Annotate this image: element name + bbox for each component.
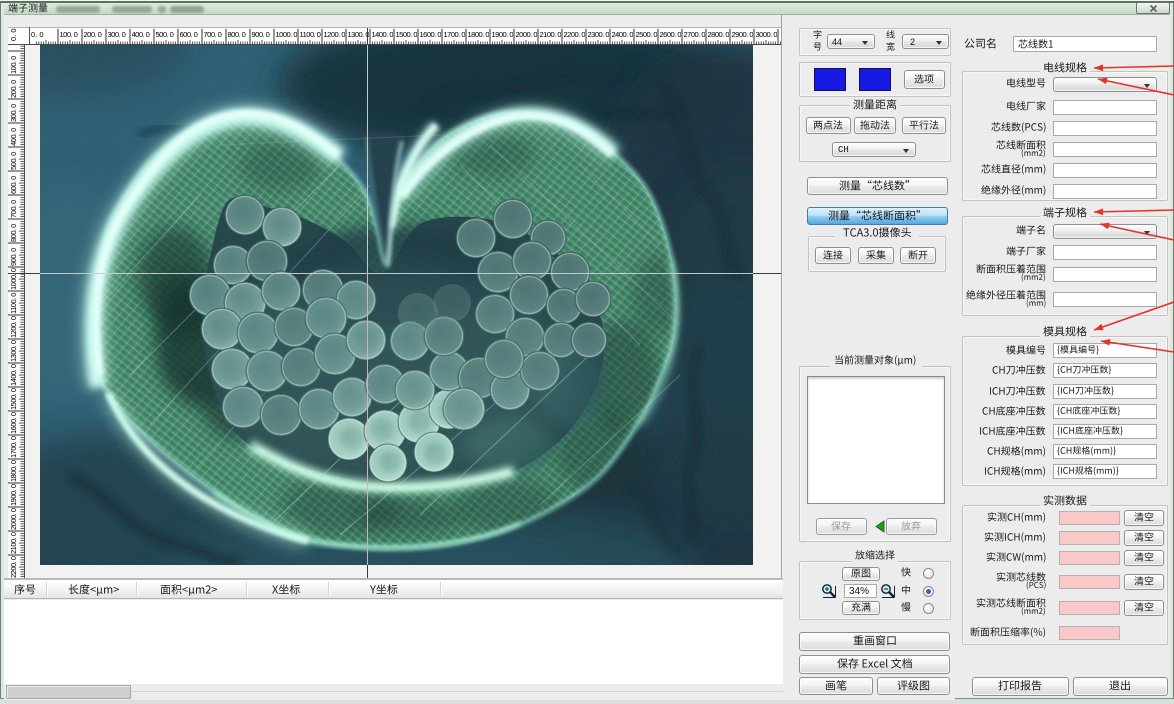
svg-text:1600. 0: 1600. 0 [9,412,18,434]
svg-text:600. 0: 600. 0 [9,176,18,194]
svg-text:0. 0: 0. 0 [9,28,18,41]
svg-text:300. 0: 300. 0 [9,104,18,122]
svg-text:1900. 0: 1900. 0 [9,484,18,506]
svg-text:1700. 0: 1700. 0 [9,436,18,458]
svg-text:2200. 0: 2200. 0 [9,556,18,578]
svg-text:1000. 0: 1000. 0 [9,268,18,290]
svg-text:500. 0: 500. 0 [9,152,18,170]
svg-text:1200. 0: 1200. 0 [9,316,18,338]
svg-text:2000. 0: 2000. 0 [9,508,18,530]
svg-text:2100. 0: 2100. 0 [9,532,18,554]
svg-text:900. 0: 900. 0 [9,248,18,266]
svg-text:800. 0: 800. 0 [9,224,18,242]
svg-text:1500. 0: 1500. 0 [9,388,18,410]
svg-text:1300. 0: 1300. 0 [9,340,18,362]
svg-text:400. 0: 400. 0 [9,128,18,146]
svg-text:100. 0: 100. 0 [9,56,18,74]
svg-text:1800. 0: 1800. 0 [9,460,18,482]
svg-text:1400. 0: 1400. 0 [9,364,18,386]
svg-text:700. 0: 700. 0 [9,200,18,218]
svg-text:200. 0: 200. 0 [9,80,18,98]
svg-text:1100. 0: 1100. 0 [9,293,18,314]
